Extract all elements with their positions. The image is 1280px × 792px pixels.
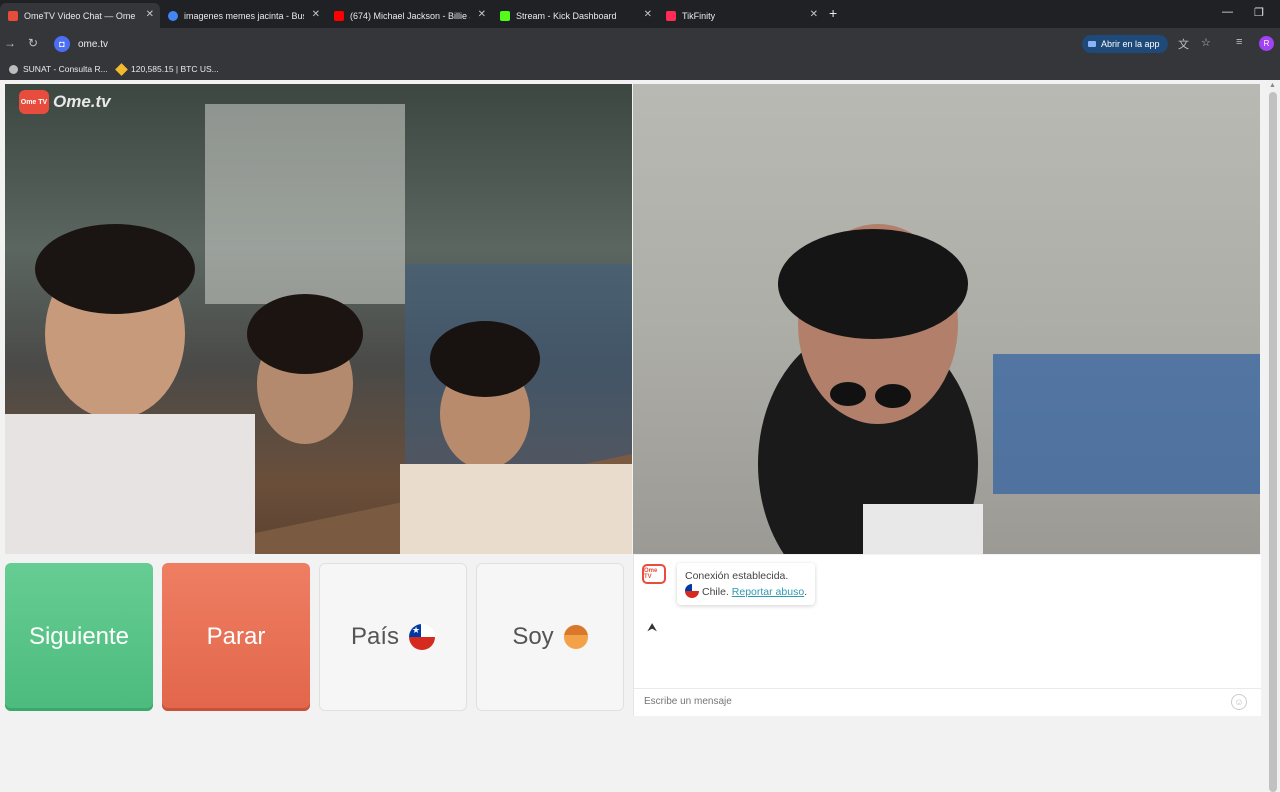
emoji-icon[interactable]: ☺ bbox=[1231, 694, 1247, 710]
tab-label: TikFinity bbox=[682, 10, 716, 21]
kick-tab-icon bbox=[500, 10, 510, 21]
stop-button-label: Parar bbox=[206, 623, 266, 650]
reload-icon[interactable]: ↻ bbox=[28, 36, 38, 50]
close-icon[interactable]: ✕ bbox=[644, 9, 652, 20]
close-icon[interactable]: ✕ bbox=[312, 9, 320, 20]
country-line: Chile. Reportar abuso. bbox=[685, 584, 807, 600]
system-message: Conexión establecida. Chile. Reportar ab… bbox=[677, 563, 816, 605]
tab-label: OmeTV Video Chat — Ome bbox=[24, 10, 136, 21]
ometv-logo-text: Ome.tv bbox=[53, 92, 111, 111]
new-tab-icon[interactable]: + bbox=[829, 5, 837, 21]
tab-youtube[interactable]: (674) Michael Jackson - Billie Je ✕ bbox=[326, 3, 492, 28]
page-scrollbar[interactable]: ▲ bbox=[1266, 80, 1280, 792]
message-input-bar: ☺ bbox=[634, 688, 1261, 715]
mouse-cursor-icon: ⮝ bbox=[647, 620, 658, 634]
stranger-video: Ome TV Ome.tv bbox=[5, 84, 632, 554]
forward-icon[interactable]: → bbox=[4, 36, 16, 50]
ometv-logo: Ome TV Ome.tv bbox=[19, 90, 111, 114]
open-in-app-label: Abrir en la app bbox=[1101, 39, 1160, 49]
close-icon[interactable]: ✕ bbox=[810, 9, 818, 20]
next-button[interactable]: Siguiente bbox=[5, 563, 153, 711]
translate-icon[interactable]: ⽂ bbox=[1178, 36, 1189, 52]
stop-button[interactable]: Parar bbox=[162, 563, 310, 711]
binance-icon bbox=[115, 62, 128, 76]
country-button[interactable]: País ★ bbox=[319, 563, 467, 711]
next-button-label: Siguiente bbox=[28, 623, 130, 650]
app-icon bbox=[1088, 41, 1096, 47]
boy-avatar-icon bbox=[563, 625, 588, 649]
tab-kick[interactable]: Stream - Kick Dashboard ✕ bbox=[492, 3, 658, 28]
profile-avatar[interactable]: R bbox=[1259, 36, 1274, 51]
gender-button[interactable]: Soy bbox=[476, 563, 624, 711]
report-abuse-link[interactable]: Reportar abuso bbox=[732, 586, 804, 598]
self-video-scene bbox=[758, 224, 1260, 554]
site-info-icon[interactable]: ◘ bbox=[54, 36, 70, 52]
sunat-icon bbox=[9, 64, 18, 74]
youtube-tab-icon bbox=[334, 10, 344, 21]
chat-panel: Ome TV Conexión establecida. Chile. Repo… bbox=[633, 555, 1261, 716]
minimize-icon[interactable]: — bbox=[1222, 6, 1233, 18]
ometv-chat-icon: Ome TV bbox=[642, 564, 666, 584]
tab-ometv[interactable]: OmeTV Video Chat — Ome ✕ bbox=[0, 3, 160, 28]
self-video bbox=[633, 84, 1260, 554]
bookmark-btc[interactable]: 120,585.15 | BTC US... bbox=[115, 62, 219, 76]
bookmark-label: SUNAT - Consulta R... bbox=[23, 64, 108, 74]
browser-toolbar: → ↻ ◘ ome.tv Abrir en la app ⽂ ☆ ≡ R bbox=[0, 28, 1280, 60]
tab-label: (674) Michael Jackson - Billie Je bbox=[350, 10, 470, 21]
chile-flag-icon bbox=[685, 584, 699, 598]
url-text: ome.tv bbox=[78, 38, 109, 50]
tab-label: Stream - Kick Dashboard bbox=[516, 10, 617, 21]
maximize-icon[interactable]: ❐ bbox=[1254, 6, 1264, 19]
bookmark-sunat[interactable]: SUNAT - Consulta R... bbox=[9, 64, 108, 74]
tab-tikfinity[interactable]: TikFinity ✕ bbox=[658, 3, 824, 28]
close-icon[interactable]: ✕ bbox=[478, 9, 486, 20]
close-icon[interactable]: ✕ bbox=[146, 9, 154, 20]
tab-bar: OmeTV Video Chat — Ome ✕ imagenes memes … bbox=[0, 0, 1280, 28]
ometv-badge: Ome TV bbox=[19, 90, 49, 114]
country-button-label: País bbox=[350, 623, 400, 650]
address-bar[interactable]: ◘ ome.tv bbox=[52, 32, 1052, 56]
gender-button-label: Soy bbox=[512, 623, 554, 650]
bookmark-label: 120,585.15 | BTC US... bbox=[131, 64, 219, 74]
scrollbar-thumb[interactable] bbox=[1269, 92, 1277, 792]
bookmark-star-icon[interactable]: ☆ bbox=[1201, 36, 1211, 49]
reading-list-icon[interactable]: ≡ bbox=[1236, 36, 1242, 48]
scroll-up-icon[interactable]: ▲ bbox=[1269, 82, 1276, 89]
report-suffix: . bbox=[804, 586, 808, 598]
message-input[interactable] bbox=[642, 695, 1206, 708]
open-in-app-button[interactable]: Abrir en la app bbox=[1082, 35, 1168, 53]
stranger-video-scene bbox=[5, 104, 632, 554]
chile-flag-icon: ★ bbox=[409, 624, 436, 650]
bookmarks-bar: SUNAT - Consulta R... 120,585.15 | BTC U… bbox=[0, 60, 1280, 80]
tikfinity-tab-icon bbox=[666, 10, 676, 21]
tab-label: imagenes memes jacinta - Busc bbox=[184, 10, 304, 21]
ometv-tab-icon bbox=[8, 10, 18, 21]
connection-status: Conexión establecida. bbox=[685, 570, 789, 582]
tab-google-search[interactable]: imagenes memes jacinta - Busc ✕ bbox=[160, 3, 326, 28]
country-name: Chile. bbox=[702, 586, 729, 598]
google-tab-icon bbox=[168, 10, 178, 21]
